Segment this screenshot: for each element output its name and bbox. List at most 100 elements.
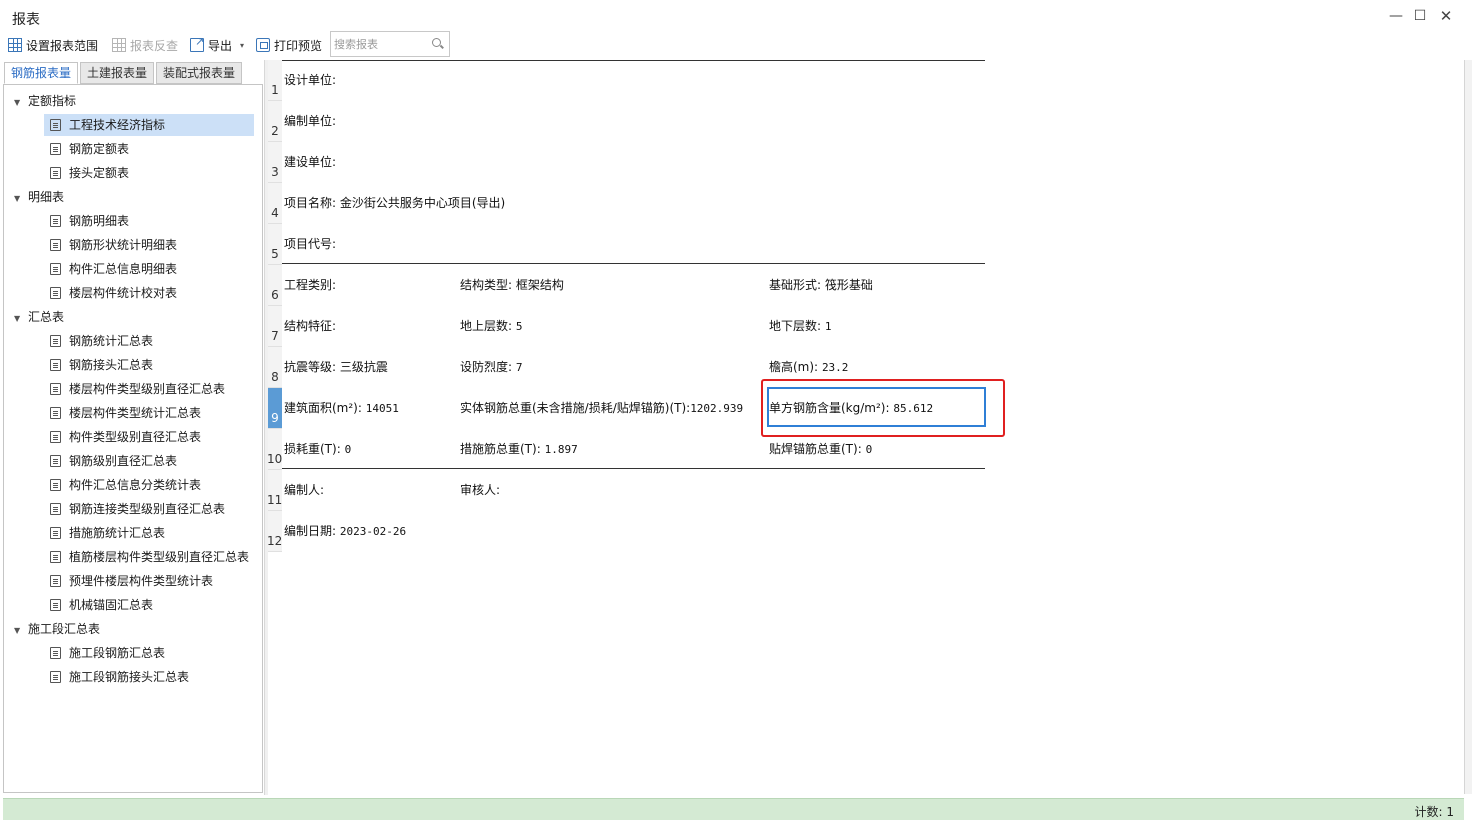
tab-prefab-report[interactable]: 装配式报表量 [156,62,243,84]
chevron-down-icon[interactable]: ▾ [240,41,244,50]
tree-item[interactable]: 钢筋定额表 [4,138,254,160]
row-number: 4 [271,206,279,220]
tree-group-construction-stage[interactable]: ▼ 施工段汇总表 [4,618,254,640]
project-type-cell[interactable]: 工程类别: [284,276,336,293]
tree-item[interactable]: 楼层构件统计校对表 [4,282,254,304]
weld-anchor-cell[interactable]: 贴焊锚筋总重(T): 0 [769,440,872,457]
tree-group-summary[interactable]: ▼ 汇总表 [4,306,254,328]
compile-date-cell[interactable]: 编制日期: 2023-02-26 [284,522,406,539]
fortification-cell[interactable]: 设防烈度: 7 [460,358,523,375]
expand-arrow-icon[interactable]: ▼ [14,620,28,642]
cell-label: 编制日期: [284,524,337,538]
project-name-cell[interactable]: 项目名称: 金沙街公共服务中心项目(导出) [284,194,505,211]
row-header[interactable]: 6 [268,265,282,306]
tree-item[interactable]: 措施筋统计汇总表 [4,522,254,544]
floors-above-cell[interactable]: 地上层数: 5 [460,317,523,334]
row-header[interactable]: 1 [268,60,282,101]
export-icon [190,35,204,52]
cell-label: 项目代号: [284,237,337,251]
tree-item-label: 钢筋明细表 [69,214,130,228]
tree-group-quota-index[interactable]: ▼ 定额指标 [4,90,254,112]
row-header[interactable]: 5 [268,224,282,265]
set-report-range-button[interactable]: 设置报表范围 [8,35,98,55]
tree-item[interactable]: 机械锚固汇总表 [4,594,254,616]
minimize-button[interactable]: — [1386,6,1406,26]
row-header[interactable]: 12 [267,511,282,552]
foundation-cell[interactable]: 基础形式: 筏形基础 [769,276,873,293]
tree-item[interactable]: 钢筋形状统计明细表 [4,234,254,256]
maximize-button[interactable]: ☐ [1410,6,1430,26]
tree-item[interactable]: 构件汇总信息分类统计表 [4,474,254,496]
tree-item-label: 钢筋接头汇总表 [69,358,154,372]
report-tabs: 钢筋报表量 土建报表量 装配式报表量 [4,62,244,84]
measure-rebar-cell[interactable]: 措施筋总重(T): 1.897 [460,440,578,457]
print-preview-label: 打印预览 [274,38,323,53]
tree-item[interactable]: 钢筋明细表 [4,210,254,232]
row-header[interactable]: 11 [267,470,282,511]
cell-label: 贴焊锚筋总重(T): [769,442,862,456]
close-button[interactable]: ✕ [1436,6,1456,26]
search-icon[interactable] [432,38,441,47]
tree-item-tech-econ-index[interactable]: 工程技术经济指标 [44,114,254,136]
search-input[interactable] [334,33,428,55]
tree-item-label: 楼层构件类型统计汇总表 [69,406,202,420]
tree-group-label: 施工段汇总表 [28,622,101,636]
report-reverse-button[interactable]: 报表反查 [112,35,178,55]
tree-item[interactable]: 钢筋统计汇总表 [4,330,254,352]
document-icon [50,215,61,227]
row-header[interactable]: 3 [268,142,282,183]
tree-item[interactable]: 构件类型级别直径汇总表 [4,426,254,448]
structure-type-cell[interactable]: 结构类型: 框架结构 [460,276,564,293]
cell-value: 筏形基础 [824,278,873,292]
tree-item-label: 预埋件楼层构件类型统计表 [69,574,214,588]
cell-value: 23.2 [821,361,849,374]
tree-item[interactable]: 钢筋连接类型级别直径汇总表 [4,498,254,520]
loss-weight-cell[interactable]: 损耗重(T): 0 [284,440,351,457]
structure-feature-cell[interactable]: 结构特征: [284,317,336,334]
expand-arrow-icon[interactable]: ▼ [14,188,28,210]
tree-item[interactable]: 钢筋级别直径汇总表 [4,450,254,472]
row-header-selected[interactable]: 9 [268,388,282,429]
tree-item[interactable]: 楼层构件类型级别直径汇总表 [4,378,254,400]
floors-below-cell[interactable]: 地下层数: 1 [769,317,832,334]
search-box [330,31,450,57]
build-unit-cell[interactable]: 建设单位: [284,153,336,170]
tree-group-detail[interactable]: ▼ 明细表 [4,186,254,208]
tree-item[interactable]: 钢筋接头汇总表 [4,354,254,376]
report-preview: 1 2 3 4 5 6 7 8 9 10 11 12 设计单位: 编制单位: 建… [267,60,1464,794]
row-header[interactable]: 2 [268,101,282,142]
reviewer-cell[interactable]: 审核人: [460,481,500,498]
tab-civil-report[interactable]: 土建报表量 [80,62,155,84]
print-preview-button[interactable]: 打印预览 [256,35,322,55]
tree-item[interactable]: 楼层构件类型统计汇总表 [4,402,254,424]
seismic-grade-cell[interactable]: 抗震等级: 三级抗震 [284,358,388,375]
tree-group-label: 定额指标 [28,94,77,108]
tree-item[interactable]: 预埋件楼层构件类型统计表 [4,570,254,592]
eave-height-cell[interactable]: 檐高(m): 23.2 [769,358,848,375]
row-header[interactable]: 7 [268,306,282,347]
export-button[interactable]: 导出 ▾ [190,35,244,55]
design-unit-cell[interactable]: 设计单位: [284,71,336,88]
compiler-cell[interactable]: 编制人: [284,481,324,498]
project-code-cell[interactable]: 项目代号: [284,235,336,252]
building-area-cell[interactable]: 建筑面积(m²): 14051 [284,399,399,416]
tree-item[interactable]: 施工段钢筋接头汇总表 [4,666,254,688]
compile-unit-cell[interactable]: 编制单位: [284,112,336,129]
cell-value: 金沙街公共服务中心项目(导出) [339,196,506,210]
tree-item[interactable]: 构件汇总信息明细表 [4,258,254,280]
row-number: 2 [271,124,279,138]
row-header[interactable]: 10 [267,429,282,470]
document-icon [50,551,61,563]
tab-rebar-report[interactable]: 钢筋报表量 [4,62,79,84]
row-header[interactable]: 4 [268,183,282,224]
expand-arrow-icon[interactable]: ▼ [14,308,28,330]
expand-arrow-icon[interactable]: ▼ [14,92,28,114]
tree-item[interactable]: 植筋楼层构件类型级别直径汇总表 [4,546,254,568]
row-header[interactable]: 8 [268,347,282,388]
cell-value: 0 [344,443,352,456]
rebar-total-cell[interactable]: 实体钢筋总重(未含措施/损耗/贴焊锚筋)(T):1202.939 [460,399,743,416]
tree-item[interactable]: 施工段钢筋汇总表 [4,642,254,664]
right-scroll-strip[interactable] [1464,60,1472,794]
tree-item[interactable]: 接头定额表 [4,162,254,184]
tree-group-label: 汇总表 [28,310,65,324]
